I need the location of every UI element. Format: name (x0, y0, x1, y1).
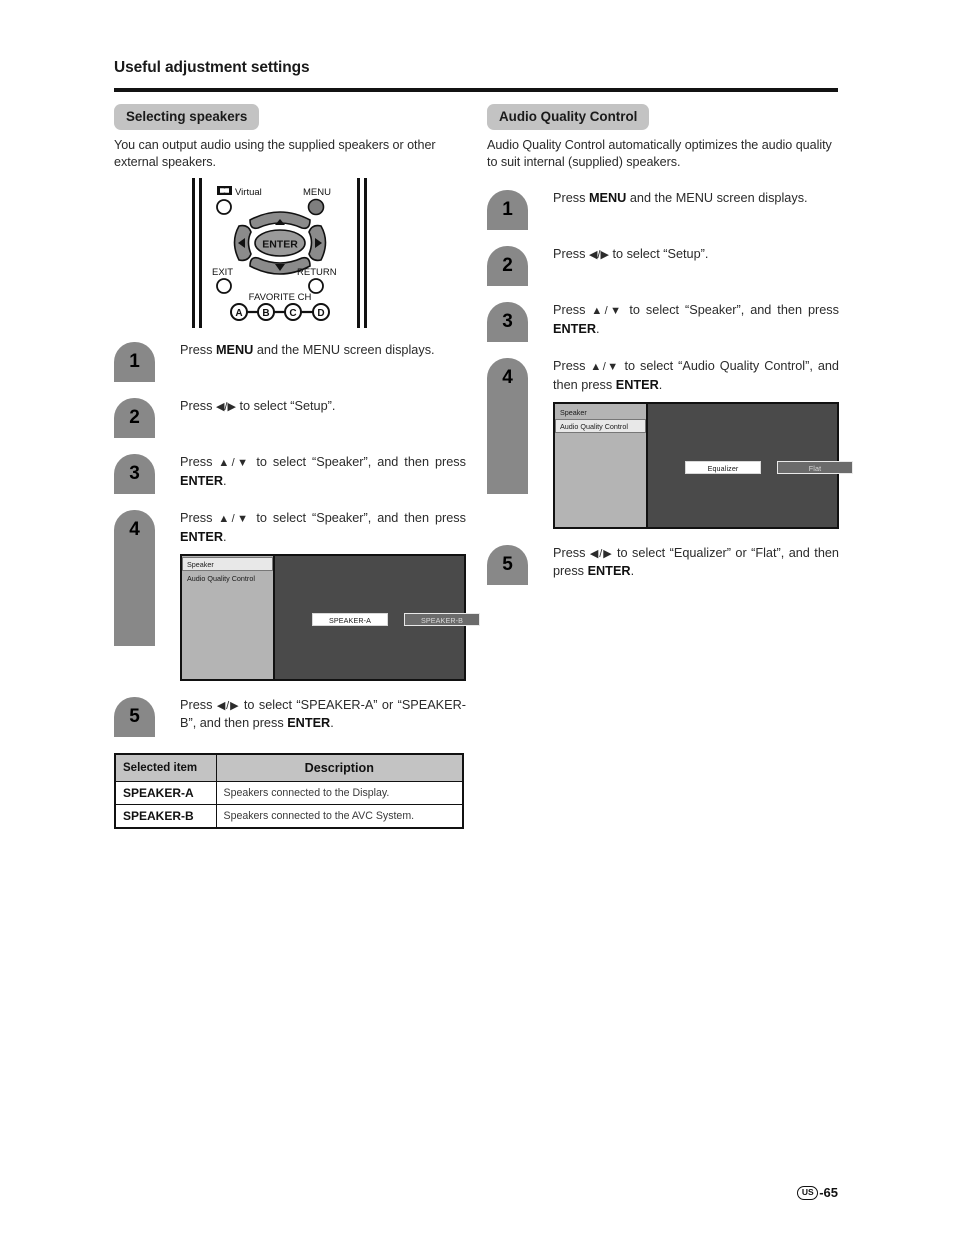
right-osd-menu-list: Speaker Audio Quality Control (555, 404, 648, 527)
table-header-description: Description (215, 753, 464, 782)
left-step-1: 1 Press MENU and the MENU screen display… (114, 342, 466, 383)
left-step-3-text: Press ▲/▼ to select “Speaker”, and then … (180, 455, 466, 488)
remote-button-a-label: A (235, 308, 242, 319)
right-step-3: 3 Press ▲/▼ to select “Speaker”, and the… (487, 302, 839, 343)
page-number: -65 (819, 1185, 838, 1200)
right-osd-button-flat[interactable]: Flat (777, 461, 853, 474)
right-osd-menu-item-audio-quality-control[interactable]: Audio Quality Control (555, 419, 646, 433)
left-osd-screenshot: Speaker Audio Quality Control SPEAKER-A … (180, 554, 480, 681)
right-step-5-text: Press ◀/▶ to select “Equalizer” or “Flat… (553, 546, 839, 579)
left-osd-menu-list: Speaker Audio Quality Control (182, 556, 275, 679)
region-badge: US (797, 1186, 819, 1200)
left-step-4: 4 Press ▲/▼ to select “Speaker”, and the… (114, 510, 480, 681)
remote-exit-button (216, 278, 232, 295)
left-step-1-text: Press MENU and the MENU screen displays. (180, 343, 435, 358)
left-step-4-text: Press ▲/▼ to select “Speaker”, and then … (180, 511, 466, 544)
table-head: Selected item Description (114, 753, 464, 782)
table-cell-item-speaker-b: SPEAKER-B (114, 804, 217, 829)
table-row: SPEAKER-B Speakers connected to the AVC … (114, 804, 464, 829)
remote-control-svg: Virtual MENU ENTER EXIT RETURN FAVORITE … (192, 178, 367, 329)
right-step-1-badge: 1 (487, 190, 528, 231)
section-title-audio-quality-control: Audio Quality Control (487, 104, 650, 130)
right-osd-screenshot: Speaker Audio Quality Control Equalizer … (553, 402, 853, 529)
right-step-2-text: Press ◀/▶ to select “Setup”. (553, 247, 709, 262)
page-footer: US -65 (0, 1185, 954, 1200)
left-osd-menu-item-speaker[interactable]: Speaker (182, 557, 273, 571)
right-step-2-badge: 2 (487, 246, 528, 287)
left-step-3: 3 Press ▲/▼ to select “Speaker”, and the… (114, 454, 466, 495)
table-row: SPEAKER-A Speakers connected to the Disp… (114, 781, 464, 805)
right-step-3-badge: 3 (487, 302, 528, 343)
remote-menu-label: MENU (303, 187, 331, 198)
dolby-double-d-icon (217, 186, 232, 196)
section-title-selecting-speakers: Selecting speakers (114, 104, 260, 130)
remote-return-button (308, 278, 324, 295)
remote-rail-right-inner (357, 178, 360, 329)
remote-rail-left-outer (192, 178, 195, 329)
remote-button-c-label: C (289, 308, 296, 319)
table-cell-item-speaker-a: SPEAKER-A (114, 781, 217, 805)
remote-control-illustration: Virtual MENU ENTER EXIT RETURN FAVORITE … (114, 178, 466, 329)
right-step-1: 1 Press MENU and the MENU screen display… (487, 190, 839, 231)
page-header: Useful adjustment settings (114, 58, 838, 78)
left-step-2-text: Press ◀/▶ to select “Setup”. (180, 399, 336, 414)
manual-page: Useful adjustment settings Selecting spe… (0, 0, 954, 1235)
left-osd-button-speaker-b[interactable]: SPEAKER-B (404, 613, 480, 626)
right-step-1-text: Press MENU and the MENU screen displays. (553, 191, 808, 206)
page-title: Useful adjustment settings (114, 59, 310, 76)
remote-virtual-button (216, 199, 232, 216)
left-step-5-text: Press ◀/▶ to select “SPEAKER-A” or “SPEA… (180, 698, 466, 731)
header-divider (114, 88, 838, 92)
right-step-4-text: Press ▲/▼ to select “Audio Quality Contr… (553, 359, 839, 392)
left-step-5-badge: 5 (114, 697, 155, 737)
remote-favorite-ch-label: FAVORITE CH (249, 292, 312, 303)
right-column: Audio Quality Control Audio Quality Cont… (487, 104, 853, 585)
left-step-2: 2 Press ◀/▶ to select “Setup”. (114, 398, 466, 439)
left-osd-menu-item-audio-quality-control[interactable]: Audio Quality Control (182, 571, 273, 585)
right-step-5: 5 Press ◀/▶ to select “Equalizer” or “Fl… (487, 545, 839, 585)
table-cell-description-speaker-a: Speakers connected to the Display. (215, 781, 464, 805)
right-step-3-text: Press ▲/▼ to select “Speaker”, and then … (553, 303, 839, 336)
left-step-3-badge: 3 (114, 454, 155, 495)
left-osd-panel: SPEAKER-A SPEAKER-B (275, 556, 480, 679)
remote-return-label: RETURN (297, 267, 337, 278)
table-cell-description-speaker-b: Speakers connected to the AVC System. (215, 804, 464, 829)
right-osd-menu-item-speaker[interactable]: Speaker (555, 405, 646, 419)
remote-menu-button (307, 198, 325, 216)
remote-button-b-label: B (262, 308, 269, 319)
left-step-2-badge: 2 (114, 398, 155, 439)
remote-rail-left-inner (199, 178, 202, 329)
table-header-selected-item: Selected item (114, 753, 217, 782)
table-body: SPEAKER-A Speakers connected to the Disp… (114, 781, 464, 829)
remote-rail-right-outer (364, 178, 367, 329)
right-intro-text: Audio Quality Control automatically opti… (487, 138, 832, 169)
right-step-5-badge: 5 (487, 545, 528, 585)
right-osd-panel: Equalizer Flat (648, 404, 853, 527)
remote-enter-label: ENTER (262, 239, 298, 251)
left-osd-button-speaker-a[interactable]: SPEAKER-A (312, 613, 388, 626)
right-osd-button-equalizer[interactable]: Equalizer (685, 461, 761, 474)
remote-virtual-label: Virtual (235, 187, 262, 198)
left-intro-text: You can output audio using the supplied … (114, 138, 436, 169)
left-step-4-badge: 4 (114, 510, 155, 647)
table-header-row: Selected item Description (114, 753, 464, 782)
selected-item-description-table: Selected item Description SPEAKER-A Spea… (114, 753, 464, 829)
right-step-2: 2 Press ◀/▶ to select “Setup”. (487, 246, 839, 287)
right-step-4-badge: 4 (487, 358, 528, 495)
right-step-4: 4 Press ▲/▼ to select “Audio Quality Con… (487, 358, 853, 529)
left-step-5: 5 Press ◀/▶ to select “SPEAKER-A” or “SP… (114, 697, 466, 737)
remote-button-d-label: D (317, 308, 324, 319)
left-step-1-badge: 1 (114, 342, 155, 383)
left-column: Selecting speakers You can output audio … (114, 104, 480, 829)
remote-exit-label: EXIT (212, 267, 233, 278)
